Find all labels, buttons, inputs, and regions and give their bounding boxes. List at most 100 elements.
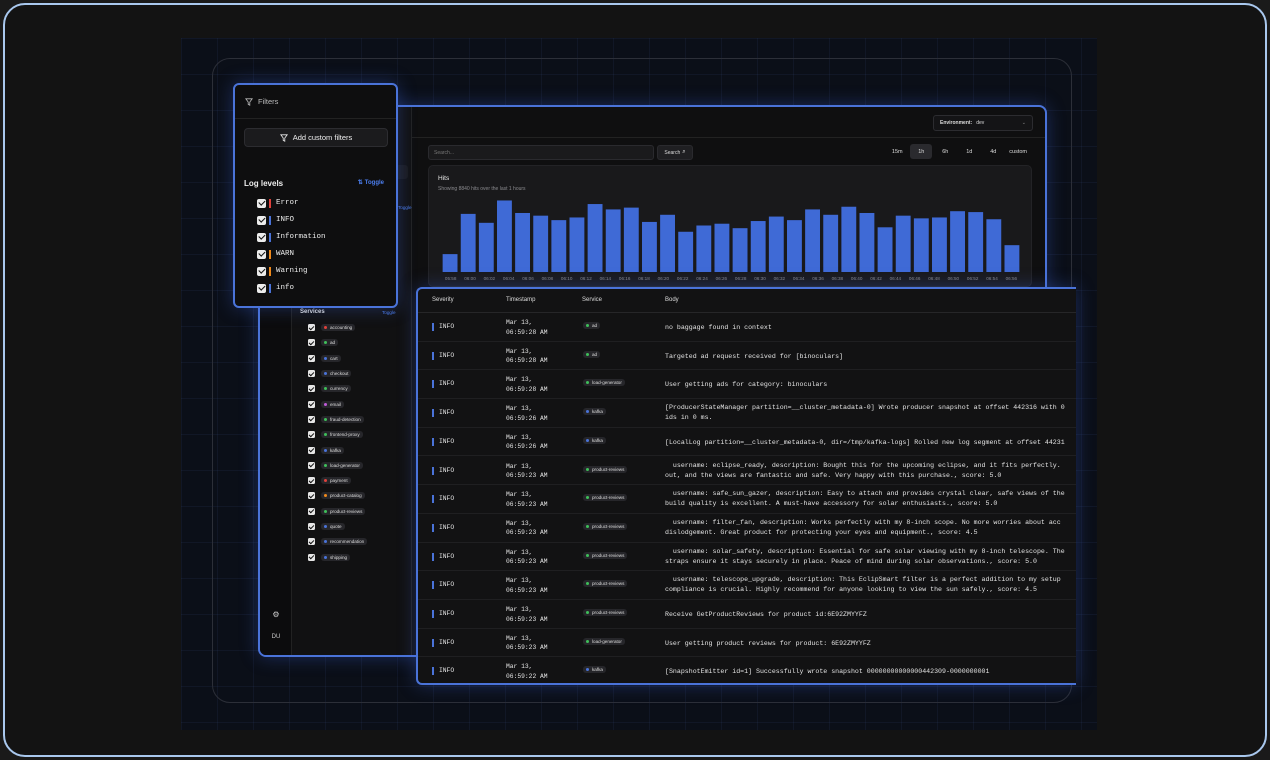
log-level-item[interactable]: WARN bbox=[257, 249, 294, 259]
checkbox[interactable] bbox=[308, 538, 315, 546]
service-item[interactable]: accounting bbox=[308, 320, 367, 335]
checkbox[interactable] bbox=[308, 354, 315, 362]
chart-bar[interactable] bbox=[515, 212, 530, 272]
log-level-item[interactable]: Information bbox=[257, 232, 326, 242]
checkbox[interactable] bbox=[257, 249, 266, 259]
chart-bar[interactable] bbox=[569, 217, 585, 272]
checkbox[interactable] bbox=[308, 553, 315, 561]
log-levels-toggle[interactable]: ⇅ Toggle bbox=[358, 179, 384, 186]
table-row[interactable]: INFO Mar 13, 06:59:28 AM ad no baggage found… bbox=[418, 313, 1076, 342]
service-item[interactable]: checkout bbox=[308, 366, 367, 381]
service-item[interactable]: ad bbox=[308, 335, 367, 350]
chart-bar[interactable] bbox=[678, 231, 694, 272]
service-item[interactable]: product-reviews bbox=[308, 504, 367, 519]
service-item[interactable]: quote bbox=[308, 519, 367, 534]
table-row[interactable]: INFO Mar 13, 06:59:26 AM kafka [ProducerStat… bbox=[418, 399, 1076, 428]
chart-bar[interactable] bbox=[551, 220, 567, 272]
service-item[interactable]: email bbox=[308, 396, 367, 411]
checkbox[interactable] bbox=[257, 266, 266, 276]
table-row[interactable]: INFO Mar 13, 06:59:22 AM kafka [SnapshotEmit… bbox=[418, 657, 1076, 683]
table-row[interactable]: INFO Mar 13, 06:59:23 AM product-reviews us… bbox=[418, 457, 1076, 486]
checkbox[interactable] bbox=[257, 283, 266, 293]
checkbox[interactable] bbox=[308, 461, 315, 469]
chart-bar[interactable] bbox=[660, 214, 675, 272]
log-level-item[interactable]: Warning bbox=[257, 266, 308, 276]
chart-bar[interactable] bbox=[460, 213, 476, 272]
checkbox[interactable] bbox=[308, 431, 315, 439]
checkbox[interactable] bbox=[257, 232, 266, 242]
settings-icon[interactable]: ⚙ bbox=[260, 610, 292, 619]
checkbox[interactable] bbox=[308, 370, 315, 378]
header-body[interactable]: Body bbox=[665, 297, 679, 303]
chart-bar[interactable] bbox=[478, 222, 494, 272]
service-item[interactable]: payment bbox=[308, 473, 367, 488]
search-input[interactable]: Search... bbox=[428, 145, 654, 160]
chart-bar[interactable] bbox=[932, 217, 947, 272]
header-severity[interactable]: Severity bbox=[432, 297, 454, 303]
checkbox[interactable] bbox=[308, 492, 315, 500]
service-item[interactable]: currency bbox=[308, 381, 367, 396]
chart-bar[interactable] bbox=[968, 212, 984, 272]
table-row[interactable]: INFO Mar 13, 06:59:23 AM product-reviews us… bbox=[418, 514, 1076, 543]
checkbox[interactable] bbox=[308, 446, 315, 454]
service-item[interactable]: product-catalog bbox=[308, 488, 367, 503]
chart-bar[interactable] bbox=[768, 216, 784, 272]
chart-bar[interactable] bbox=[750, 221, 766, 272]
service-item[interactable]: recommendation bbox=[308, 534, 368, 549]
time-range-2[interactable]: 6h bbox=[934, 144, 956, 159]
table-row[interactable]: INFO Mar 13, 06:59:26 AM kafka [LocalLog par… bbox=[418, 428, 1076, 457]
chart-bar[interactable] bbox=[841, 206, 857, 272]
checkbox[interactable] bbox=[257, 198, 266, 208]
time-range-0[interactable]: 15m bbox=[886, 144, 908, 159]
chart-bar[interactable] bbox=[442, 254, 458, 272]
chart-bar[interactable] bbox=[950, 211, 965, 272]
table-row[interactable]: INFO Mar 13, 06:59:23 AM product-reviews Rec… bbox=[418, 600, 1076, 629]
table-row[interactable]: INFO Mar 13, 06:59:23 AM load-generator User… bbox=[418, 629, 1076, 658]
checkbox[interactable] bbox=[308, 385, 315, 393]
user-avatar[interactable]: DU bbox=[260, 634, 292, 640]
chart-bar[interactable] bbox=[696, 225, 712, 272]
search-button[interactable]: Search ⌕ bbox=[657, 145, 693, 160]
checkbox[interactable] bbox=[308, 523, 315, 530]
log-level-item[interactable]: info bbox=[257, 283, 294, 293]
chart-bar[interactable] bbox=[787, 220, 802, 272]
checkbox[interactable] bbox=[308, 400, 315, 408]
header-timestamp[interactable]: Timestamp bbox=[506, 297, 535, 303]
checkbox[interactable] bbox=[308, 415, 315, 423]
add-custom-filters-button[interactable]: Add custom filters bbox=[244, 128, 388, 147]
table-row[interactable]: INFO Mar 13, 06:59:28 AM load-generator User… bbox=[418, 370, 1076, 400]
chart-bar[interactable] bbox=[605, 209, 621, 272]
table-row[interactable]: INFO Mar 13, 06:59:23 AM product-reviews us… bbox=[418, 571, 1076, 600]
header-service[interactable]: Service bbox=[582, 297, 602, 303]
checkbox[interactable] bbox=[308, 477, 315, 485]
service-item[interactable]: kafka bbox=[308, 442, 367, 457]
chart-bar[interactable] bbox=[823, 214, 839, 272]
sidebar-toggle-hidden[interactable]: Toggle bbox=[398, 205, 412, 210]
chart-bar[interactable] bbox=[986, 219, 1002, 272]
time-range-3[interactable]: 1d bbox=[958, 144, 980, 159]
log-level-item[interactable]: Error bbox=[257, 198, 299, 208]
chart-bar[interactable] bbox=[533, 215, 549, 272]
service-item[interactable]: load-generator bbox=[308, 458, 367, 473]
environment-select[interactable]: Environment: dev ⌄ bbox=[933, 115, 1033, 131]
services-toggle[interactable]: Toggle bbox=[382, 310, 396, 315]
time-range-5[interactable]: custom bbox=[1006, 144, 1030, 159]
checkbox[interactable] bbox=[308, 324, 315, 332]
time-range-4[interactable]: 4d bbox=[982, 144, 1004, 159]
service-item[interactable]: shipping bbox=[308, 549, 367, 564]
service-item[interactable]: frontend-proxy bbox=[308, 427, 367, 442]
chart-bar[interactable] bbox=[732, 228, 748, 272]
chart-bar[interactable] bbox=[623, 207, 639, 272]
checkbox[interactable] bbox=[308, 507, 315, 515]
table-row[interactable]: INFO Mar 13, 06:59:23 AM product-reviews us… bbox=[418, 485, 1076, 514]
checkbox[interactable] bbox=[257, 215, 266, 225]
chart-bar[interactable] bbox=[497, 200, 512, 272]
chart-bar[interactable] bbox=[913, 218, 929, 272]
chart-bar[interactable] bbox=[877, 227, 893, 272]
chart-bar[interactable] bbox=[587, 204, 603, 272]
chart-bar[interactable] bbox=[714, 223, 730, 272]
chart-bar[interactable] bbox=[859, 212, 875, 272]
service-item[interactable]: fraud-detection bbox=[308, 412, 367, 427]
chart-bar[interactable] bbox=[642, 221, 657, 272]
service-item[interactable]: cart bbox=[308, 351, 367, 366]
